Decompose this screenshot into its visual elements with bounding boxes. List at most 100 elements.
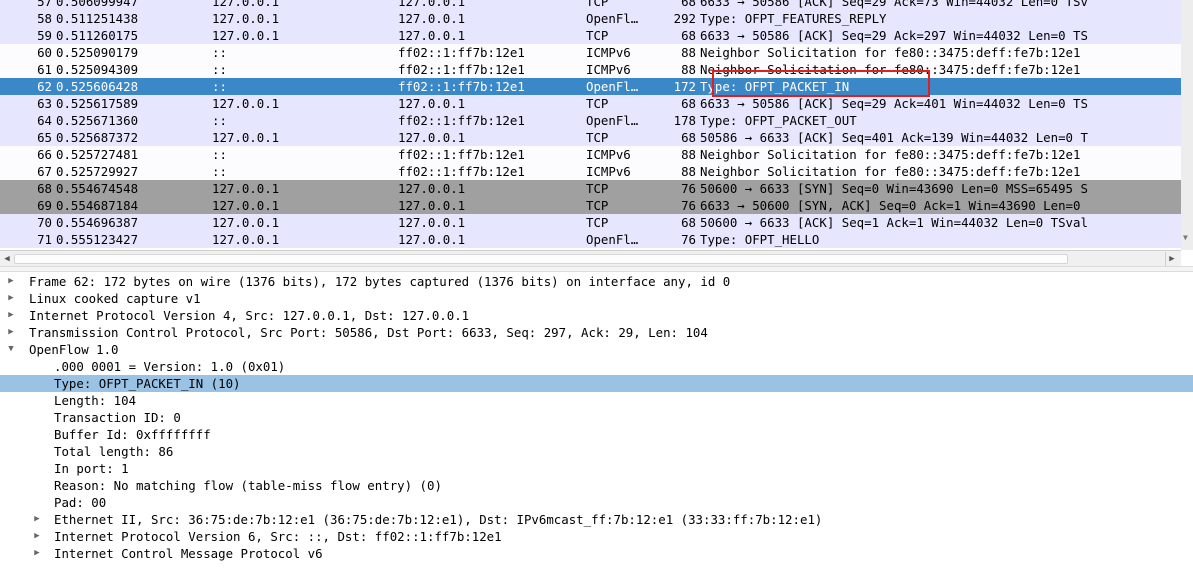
packet-row[interactable]: 61 0.525094309:: ff02::1:ff7b:12e1 ICMPv6 88… bbox=[0, 61, 1181, 78]
packet-length: 68 bbox=[681, 96, 696, 111]
tree-item[interactable]: ▶ Linux cooked capture v1 bbox=[0, 290, 1193, 307]
tree-item[interactable]: Pad: 00 bbox=[0, 494, 1193, 511]
tree-item-label: Pad: 00 bbox=[54, 495, 107, 510]
packet-time: 0.525671360 bbox=[56, 113, 139, 128]
packet-info: 50586 → 6633 [ACK] Seq=401 Ack=139 Win=4… bbox=[700, 130, 1088, 145]
tree-item[interactable]: ▶ Internet Protocol Version 6, Src: ::, D… bbox=[0, 528, 1193, 545]
tree-item-label: Frame 62: 172 bytes on wire (1376 bits),… bbox=[29, 274, 731, 289]
packet-row[interactable]: 59 0.511260175 127.0.0.1 127.0.0.1 TCP 68 6633… bbox=[0, 27, 1181, 44]
packet-number: 62 bbox=[37, 79, 52, 94]
tree-item[interactable]: ▶ Internet Control Message Protocol v6 bbox=[0, 545, 1193, 562]
packet-length: 88 bbox=[681, 147, 696, 162]
packet-number: 69 bbox=[37, 198, 52, 213]
packet-protocol: OpenFl… bbox=[586, 79, 639, 94]
packet-time: 0.555123427 bbox=[56, 232, 139, 247]
packet-row[interactable]: 60 0.525090179:: ff02::1:ff7b:12e1 ICMPv6 88… bbox=[0, 44, 1181, 61]
triangle-right-icon[interactable]: ▶ bbox=[5, 307, 17, 324]
scroll-down-arrow-icon[interactable]: ▼ bbox=[1183, 234, 1191, 242]
packet-row[interactable]: 71 0.555123427 127.0.0.1 127.0.0.1 OpenFl… 76… bbox=[0, 231, 1181, 248]
triangle-right-icon[interactable]: ▶ bbox=[5, 324, 17, 341]
packet-time: 0.525094309 bbox=[56, 62, 139, 77]
packet-length: 88 bbox=[681, 164, 696, 179]
tree-item-label: In port: 1 bbox=[54, 461, 129, 476]
packet-time: 0.525727481 bbox=[56, 147, 139, 162]
packet-number: 57 bbox=[37, 0, 52, 9]
horizontal-scroll-thumb[interactable] bbox=[14, 254, 1068, 264]
packet-length: 76 bbox=[681, 181, 696, 196]
tree-item[interactable]: Reason: No matching flow (table-miss flo… bbox=[0, 477, 1193, 494]
packet-number: 64 bbox=[37, 113, 52, 128]
packet-destination: 127.0.0.1 bbox=[398, 232, 466, 247]
tree-item[interactable]: ▶ Ethernet II, Src: 36:75:de:7b:12:e1 (36… bbox=[0, 511, 1193, 528]
packet-destination: 127.0.0.1 bbox=[398, 0, 466, 9]
packet-time: 0.511260175 bbox=[56, 28, 139, 43]
packet-row[interactable]: 57 0.506099947 127.0.0.1 127.0.0.1 TCP 68 6633… bbox=[0, 0, 1181, 10]
triangle-down-icon[interactable]: ▼ bbox=[5, 341, 17, 358]
packet-number: 70 bbox=[37, 215, 52, 230]
packet-row[interactable]: 65 0.525687372 127.0.0.1 127.0.0.1 TCP 68 5058… bbox=[0, 129, 1181, 146]
packet-length: 76 bbox=[681, 232, 696, 247]
packet-row[interactable]: 70 0.554696387 127.0.0.1 127.0.0.1 TCP 68 5060… bbox=[0, 214, 1181, 231]
packet-row[interactable]: 63 0.525617589 127.0.0.1 127.0.0.1 TCP 68 6633… bbox=[0, 95, 1181, 112]
tree-item-label: Linux cooked capture v1 bbox=[29, 291, 201, 306]
packet-source: :: bbox=[212, 164, 227, 179]
scroll-right-arrow-icon[interactable]: ▶ bbox=[1165, 252, 1178, 266]
packet-time: 0.525090179 bbox=[56, 45, 139, 60]
tree-item[interactable]: ▶ Transmission Control Protocol, Src Port… bbox=[0, 324, 1193, 341]
tree-item[interactable]: Total length: 86 bbox=[0, 443, 1193, 460]
packet-protocol: TCP bbox=[586, 181, 609, 196]
scroll-left-arrow-icon[interactable]: ◀ bbox=[1, 252, 13, 266]
packet-row[interactable]: 66 0.525727481:: ff02::1:ff7b:12e1 ICMPv6 88… bbox=[0, 146, 1181, 163]
packet-destination: 127.0.0.1 bbox=[398, 11, 466, 26]
packet-protocol: OpenFl… bbox=[586, 11, 639, 26]
packet-info: 6633 → 50586 [ACK] Seq=29 Ack=73 Win=440… bbox=[700, 0, 1088, 9]
packet-protocol: OpenFl… bbox=[586, 232, 639, 247]
tree-item-label: OpenFlow 1.0 bbox=[29, 342, 119, 357]
packet-source: 127.0.0.1 bbox=[212, 215, 280, 230]
packet-list-horizontal-scrollbar[interactable]: ◀ ▶ bbox=[0, 250, 1181, 266]
packet-source: :: bbox=[212, 62, 227, 77]
packet-info: 6633 → 50586 [ACK] Seq=29 Ack=401 Win=44… bbox=[700, 96, 1088, 111]
packet-row-selected[interactable]: 62 0.525606428:: ff02::1:ff7b:12e1 OpenFl… 1… bbox=[0, 78, 1181, 95]
tree-item[interactable]: ▼ OpenFlow 1.0 bbox=[0, 341, 1193, 358]
packet-source: :: bbox=[212, 147, 227, 162]
tree-item[interactable]: .000 0001 = Version: 1.0 (0x01) bbox=[0, 358, 1193, 375]
packet-destination: 127.0.0.1 bbox=[398, 130, 466, 145]
packet-row[interactable]: 67 0.525729927:: ff02::1:ff7b:12e1 ICMPv6 88… bbox=[0, 163, 1181, 180]
packet-number: 65 bbox=[37, 130, 52, 145]
packet-row[interactable]: 64 0.525671360:: ff02::1:ff7b:12e1 OpenFl… 1… bbox=[0, 112, 1181, 129]
packet-list-vertical-scrollbar[interactable] bbox=[1181, 0, 1193, 250]
triangle-right-icon[interactable]: ▶ bbox=[31, 511, 43, 528]
triangle-right-icon[interactable]: ▶ bbox=[5, 290, 17, 307]
packet-length: 76 bbox=[681, 198, 696, 213]
tree-item[interactable]: Buffer Id: 0xffffffff bbox=[0, 426, 1193, 443]
packet-destination: ff02::1:ff7b:12e1 bbox=[398, 62, 525, 77]
triangle-right-icon[interactable]: ▶ bbox=[5, 273, 17, 290]
tree-item[interactable]: ▶ Internet Protocol Version 4, Src: 127.0… bbox=[0, 307, 1193, 324]
packet-source: :: bbox=[212, 79, 227, 94]
tree-item-label: Type: OFPT_PACKET_IN (10) bbox=[54, 376, 241, 391]
packet-destination: 127.0.0.1 bbox=[398, 198, 466, 213]
packet-length: 68 bbox=[681, 215, 696, 230]
tree-item[interactable]: Length: 104 bbox=[0, 392, 1193, 409]
triangle-right-icon[interactable]: ▶ bbox=[31, 545, 43, 562]
packet-destination: ff02::1:ff7b:12e1 bbox=[398, 45, 525, 60]
packet-row[interactable]: 68 0.554674548 127.0.0.1 127.0.0.1 TCP 76 5060… bbox=[0, 180, 1181, 197]
packet-detail-tree[interactable]: ▶ Frame 62: 172 bytes on wire (1376 bits)… bbox=[0, 272, 1193, 588]
tree-item-selected[interactable]: Type: OFPT_PACKET_IN (10) bbox=[0, 375, 1193, 392]
packet-length: 292 bbox=[673, 11, 696, 26]
tree-item[interactable]: ▶ Frame 62: 172 bytes on wire (1376 bits)… bbox=[0, 273, 1193, 290]
tree-item[interactable]: In port: 1 bbox=[0, 460, 1193, 477]
packet-destination: ff02::1:ff7b:12e1 bbox=[398, 79, 525, 94]
packet-list[interactable]: 57 0.506099947 127.0.0.1 127.0.0.1 TCP 68 6633… bbox=[0, 0, 1181, 250]
packet-row[interactable]: 58 0.511251438 127.0.0.1 127.0.0.1 OpenFl… 29… bbox=[0, 10, 1181, 27]
packet-destination: 127.0.0.1 bbox=[398, 181, 466, 196]
packet-time: 0.525687372 bbox=[56, 130, 139, 145]
triangle-right-icon[interactable]: ▶ bbox=[31, 528, 43, 545]
packet-row[interactable]: 69 0.554687184 127.0.0.1 127.0.0.1 TCP 76 6633… bbox=[0, 197, 1181, 214]
packet-destination: 127.0.0.1 bbox=[398, 28, 466, 43]
packet-source: 127.0.0.1 bbox=[212, 28, 280, 43]
packet-protocol: OpenFl… bbox=[586, 113, 639, 128]
tree-item[interactable]: Transaction ID: 0 bbox=[0, 409, 1193, 426]
packet-protocol: TCP bbox=[586, 96, 609, 111]
